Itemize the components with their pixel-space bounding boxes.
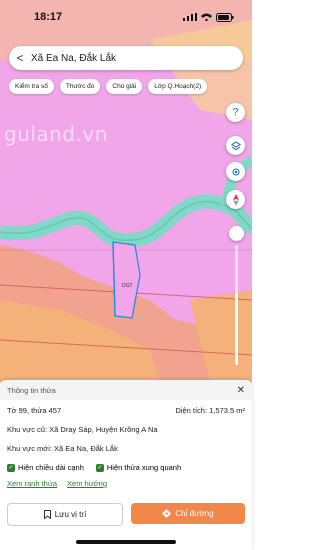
search-bar[interactable]: < Xã Ea Na, Đắk Lắk <box>9 46 243 70</box>
directions-button[interactable]: Chỉ đường <box>131 503 245 524</box>
save-location-label: Lưu vị trí <box>54 510 87 519</box>
chip-chu-giai[interactable]: Chú giải <box>106 79 143 94</box>
area-info: Diện tích: 1,573.5 m² <box>175 406 245 415</box>
layers-icon <box>230 140 241 150</box>
chip-thuoc-do[interactable]: Thước đo <box>59 79 101 94</box>
check-row: ✓ Hiện chiều dài cạnh ✓ Hiện thửa xung qua… <box>0 463 252 472</box>
chip-lop-quy-hoach[interactable]: Lớp Q.Hoạch(2) <box>148 79 208 94</box>
save-location-button[interactable]: Lưu vị trí <box>7 503 123 526</box>
directions-label: Chỉ đường <box>175 509 214 518</box>
parcel-row: Tờ 99, thửa 457 Diện tích: 1,573.5 m² <box>0 406 252 415</box>
zoom-slider[interactable] <box>235 245 238 365</box>
battery-icon <box>216 12 234 22</box>
zoom-slider-fill <box>235 293 238 365</box>
parcel-info-panel: Thông tin thửa ✕ Tờ 99, thửa 457 Diện tí… <box>0 380 252 550</box>
panel-header: Thông tin thửa ✕ <box>0 380 252 400</box>
show-edge-length-checkbox[interactable]: ✓ Hiện chiều dài cạnh <box>7 463 84 472</box>
sheet-parcel: Tờ 99, thửa 457 <box>7 406 62 415</box>
help-button[interactable]: ? <box>226 103 245 122</box>
locate-icon <box>232 168 239 175</box>
link-row: Xem ranh thửa Xem hướng <box>0 479 252 488</box>
checkbox-icon: ✓ <box>7 463 15 472</box>
signal-icon <box>183 13 197 21</box>
new-area-label: Khu vực mới: <box>7 444 52 453</box>
checkbox-icon: ✓ <box>95 463 104 472</box>
old-area-value: Xã Dray Sáp, Huyện Krông A Na <box>49 425 158 434</box>
panel-title: Thông tin thửa <box>7 385 56 395</box>
chip-row: Kiểm tra sổ Thước đo Chú giải Lớp Q.Hoạc… <box>9 79 208 94</box>
help-icon: ? <box>232 107 239 118</box>
wifi-icon <box>201 13 212 21</box>
back-icon[interactable]: < <box>9 51 31 65</box>
search-input[interactable]: Xã Ea Na, Đắk Lắk <box>31 53 116 64</box>
show-surrounding-checkbox[interactable]: ✓ Hiện thửa xung quanh <box>95 463 182 472</box>
compass-button[interactable] <box>226 190 245 209</box>
show-edge-length-label: Hiện chiều dài cạnh <box>18 463 84 472</box>
parcel-label: DGT <box>122 283 133 289</box>
old-area-row: Khu vực cũ: Xã Dray Sáp, Huyện Krông A N… <box>0 425 252 434</box>
action-buttons: Lưu vị trí Chỉ đường <box>7 503 245 526</box>
status-bar: 18:17 <box>0 0 252 34</box>
map-watermark: guland.vn <box>4 122 108 146</box>
view-boundary-link[interactable]: Xem ranh thửa <box>7 479 57 488</box>
close-icon[interactable]: ✕ <box>237 385 245 396</box>
area-value: 1,573.5 m² <box>209 406 245 415</box>
show-surrounding-label: Hiện thửa xung quanh <box>106 463 182 472</box>
zoom-slider-knob[interactable] <box>229 226 244 241</box>
navigation-icon <box>162 509 172 518</box>
status-icons <box>183 12 234 22</box>
area-label: Diện tích: <box>175 406 208 415</box>
status-time: 18:17 <box>34 11 63 23</box>
locate-button[interactable] <box>226 162 245 181</box>
home-indicator <box>76 540 176 544</box>
new-area-row: Khu vực mới: Xã Ea Na, Đắk Lắk <box>0 444 252 453</box>
view-direction-link[interactable]: Xem hướng <box>67 479 107 488</box>
old-area-label: Khu vực cũ: <box>7 425 48 434</box>
new-area-value: Xã Ea Na, Đắk Lắk <box>54 444 118 453</box>
chip-kiem-tra-so[interactable]: Kiểm tra sổ <box>9 79 54 94</box>
layers-button[interactable] <box>226 136 245 155</box>
compass-icon <box>232 193 239 206</box>
bookmark-icon <box>43 510 51 519</box>
